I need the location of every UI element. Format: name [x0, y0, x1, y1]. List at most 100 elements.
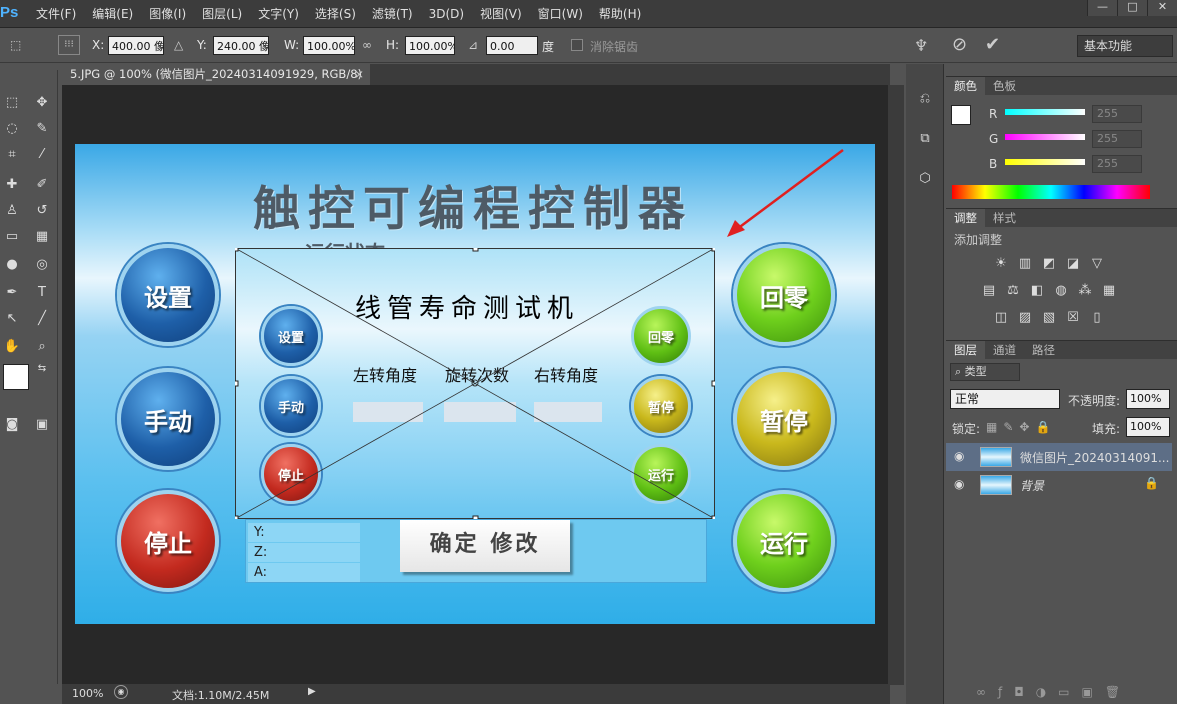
- h-input[interactable]: 100.00%: [405, 36, 455, 55]
- channel-mixer-icon[interactable]: ⁂: [1076, 283, 1094, 299]
- document-tab[interactable]: 5.JPG @ 100% (微信图片_20240314091929, RGB/8…: [62, 64, 370, 85]
- status-share-icon[interactable]: ◉: [114, 685, 128, 699]
- g-value[interactable]: 255: [1092, 130, 1142, 148]
- visibility-eye-icon[interactable]: ◉: [954, 449, 964, 463]
- transform-bounding-box[interactable]: [235, 248, 715, 519]
- properties-icon[interactable]: ⧉: [913, 128, 937, 150]
- r-value[interactable]: 255: [1092, 105, 1142, 123]
- dodge-icon[interactable]: ◎: [30, 254, 54, 276]
- history-brush-icon[interactable]: ↺: [30, 200, 54, 222]
- lasso-icon[interactable]: ◌: [0, 118, 24, 140]
- quick-mask-icon[interactable]: ◙: [0, 414, 24, 436]
- reference-point-icon[interactable]: ⁝⁝⁝: [58, 35, 80, 55]
- brush-icon[interactable]: ✐: [30, 174, 54, 196]
- confirm-modify-button[interactable]: 确定 修改: [400, 520, 570, 572]
- type-icon[interactable]: T: [30, 282, 54, 304]
- blend-mode-select[interactable]: 正常: [950, 389, 1060, 409]
- run-button[interactable]: 运行: [733, 490, 835, 592]
- brightness-icon[interactable]: ☀: [992, 256, 1010, 272]
- hue-icon[interactable]: ▤: [980, 283, 998, 299]
- menu-image[interactable]: 图像(I): [141, 0, 194, 28]
- stop-button[interactable]: 停止: [117, 490, 219, 592]
- path-select-icon[interactable]: ↖: [0, 308, 24, 330]
- layer-row-background[interactable]: ◉ 背景 🔒: [946, 471, 1172, 499]
- b-value[interactable]: 255: [1092, 155, 1142, 173]
- x-input[interactable]: 400.00 像素: [108, 36, 164, 55]
- pause-button[interactable]: 暂停: [733, 368, 835, 470]
- menu-window[interactable]: 窗口(W): [530, 0, 591, 28]
- threshold-icon[interactable]: ▧: [1040, 310, 1058, 326]
- menu-3d[interactable]: 3D(D): [421, 0, 472, 28]
- move-icon[interactable]: ✥: [30, 92, 54, 114]
- gradient-icon[interactable]: ▦: [30, 226, 54, 248]
- antialias-checkbox[interactable]: [571, 39, 583, 51]
- exposure-icon[interactable]: ◪: [1064, 256, 1082, 272]
- b-slider[interactable]: [1005, 159, 1085, 165]
- healing-icon[interactable]: ✚: [0, 174, 24, 196]
- selective-color-icon[interactable]: ▯: [1088, 310, 1106, 326]
- vertical-scrollbar[interactable]: [888, 85, 904, 685]
- g-slider[interactable]: [1005, 134, 1085, 140]
- curves-icon[interactable]: ◩: [1040, 256, 1058, 272]
- tab-layers[interactable]: 图层: [946, 341, 985, 359]
- screen-mode-icon[interactable]: ▣: [30, 414, 54, 436]
- commit-transform-icon[interactable]: ✔: [985, 34, 1000, 55]
- eyedropper-icon[interactable]: ⁄: [30, 144, 54, 166]
- line-icon[interactable]: ╱: [30, 308, 54, 330]
- gradient-map-icon[interactable]: ☒: [1064, 310, 1082, 326]
- setup-button[interactable]: 设置: [117, 244, 219, 346]
- layer-row-image[interactable]: ◉ 微信图片_20240314091...: [946, 443, 1172, 471]
- layer-name[interactable]: 背景: [1020, 477, 1044, 494]
- foreground-color-swatch[interactable]: [3, 364, 29, 390]
- minimize-button[interactable]: —: [1087, 0, 1117, 16]
- cancel-transform-icon[interactable]: ⊘: [952, 34, 967, 55]
- vibrance-icon[interactable]: ▽: [1088, 256, 1106, 272]
- blur-icon[interactable]: ●: [0, 254, 24, 276]
- layer-filter-select[interactable]: ⌕ 类型: [950, 363, 1020, 381]
- menu-type[interactable]: 文字(Y): [250, 0, 307, 28]
- transform-tool-icon[interactable]: ⬚: [10, 38, 21, 52]
- maximize-button[interactable]: □: [1117, 0, 1147, 16]
- stamp-icon[interactable]: ♙: [0, 200, 24, 222]
- quick-select-icon[interactable]: ✎: [30, 118, 54, 140]
- posterize-icon[interactable]: ▨: [1016, 310, 1034, 326]
- r-slider[interactable]: [1005, 109, 1085, 115]
- status-menu-arrow-icon[interactable]: ▶: [308, 686, 316, 697]
- swap-colors-icon[interactable]: ⇆: [30, 358, 54, 380]
- menu-view[interactable]: 视图(V): [472, 0, 530, 28]
- layer-footer-icons[interactable]: ∞ƒ◘◑▭▣🗑: [976, 685, 1132, 699]
- image-canvas[interactable]: 触控可编程控制器 运行状态 设置 手动 停止 回零 暂停 运行 线管寿命测试机 …: [75, 144, 875, 624]
- close-tab-icon[interactable]: ×: [354, 64, 364, 85]
- tab-color[interactable]: 颜色: [946, 77, 985, 95]
- layer-name[interactable]: 微信图片_20240314091...: [1020, 449, 1169, 466]
- hand-icon[interactable]: ✋: [0, 336, 24, 358]
- pen-icon[interactable]: ✒: [0, 282, 24, 304]
- link-icon[interactable]: ∞: [362, 38, 372, 52]
- menu-edit[interactable]: 编辑(E): [84, 0, 141, 28]
- menu-file[interactable]: 文件(F): [28, 0, 84, 28]
- marquee-icon[interactable]: ⬚: [0, 92, 24, 114]
- menu-layer[interactable]: 图层(L): [194, 0, 250, 28]
- home-button[interactable]: 回零: [733, 244, 835, 346]
- bw-icon[interactable]: ◧: [1028, 283, 1046, 299]
- menu-help[interactable]: 帮助(H): [591, 0, 649, 28]
- eraser-icon[interactable]: ▭: [0, 226, 24, 248]
- opacity-input[interactable]: 100%: [1126, 389, 1170, 409]
- w-input[interactable]: 100.00%: [303, 36, 355, 55]
- lock-icons[interactable]: ▦✎✥🔒: [986, 420, 1056, 434]
- lookup-icon[interactable]: ▦: [1100, 283, 1118, 299]
- tab-swatches[interactable]: 色板: [985, 77, 1024, 95]
- zoom-level[interactable]: 100%: [72, 687, 103, 700]
- zoom-icon[interactable]: ⌕: [30, 336, 54, 358]
- photo-filter-icon[interactable]: ◍: [1052, 283, 1070, 299]
- invert-icon[interactable]: ◫: [992, 310, 1010, 326]
- visibility-eye-icon[interactable]: ◉: [954, 477, 964, 491]
- tab-channels[interactable]: 通道: [985, 341, 1024, 359]
- menu-select[interactable]: 选择(S): [307, 0, 364, 28]
- crop-icon[interactable]: ⌗: [0, 144, 24, 166]
- history-icon[interactable]: ⎌: [913, 88, 937, 110]
- fg-swatch[interactable]: [951, 105, 971, 125]
- delta-icon[interactable]: △: [174, 38, 183, 52]
- tab-paths[interactable]: 路径: [1024, 341, 1063, 359]
- balance-icon[interactable]: ⚖: [1004, 283, 1022, 299]
